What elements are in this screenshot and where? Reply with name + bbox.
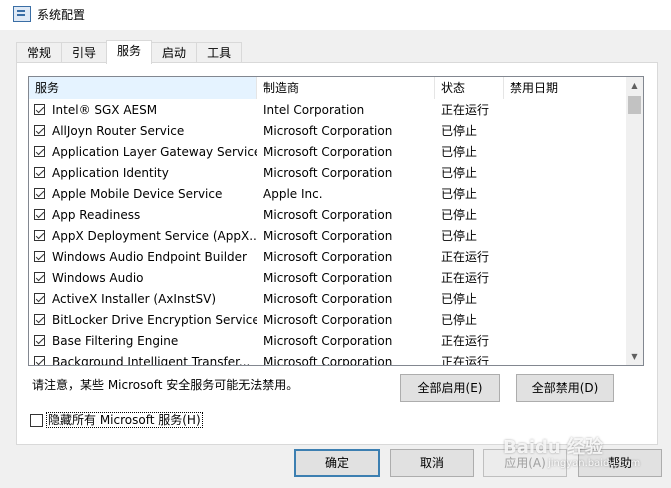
service-maker: Microsoft Corporation — [263, 334, 393, 348]
table-row[interactable]: AppX Deployment Service (AppX... Microsof… — [29, 226, 627, 247]
column-header-maker[interactable]: 制造商 — [257, 77, 435, 99]
services-list[interactable]: 服务 制造商 状态 禁用日期 Intel® SGX AESM Intel Corp… — [28, 76, 644, 366]
service-maker: Microsoft Corporation — [263, 271, 393, 285]
service-status: 已停止 — [441, 208, 478, 222]
watermark-logo: Baidu 经验 — [503, 437, 604, 458]
service-name: ActiveX Installer (AxInstSV) — [52, 292, 217, 306]
tab-strip: 常规 引导 服务 启动 工具 — [16, 40, 243, 64]
table-row[interactable]: AllJoyn Router Service Microsoft Corporat… — [29, 121, 627, 142]
watermark-url: jingyan.baidu.com — [548, 458, 641, 469]
service-status: 正在运行 — [441, 271, 490, 285]
service-status: 正在运行 — [441, 103, 490, 117]
window-title: 系统配置 — [37, 8, 86, 22]
service-checkbox[interactable] — [34, 209, 45, 220]
up-arrow-icon[interactable]: ▲ — [626, 77, 643, 94]
msconfig-icon — [13, 6, 31, 22]
service-status: 已停止 — [441, 313, 478, 327]
title-bar: 系统配置 — [0, 0, 671, 30]
service-name: Windows Audio — [52, 271, 144, 285]
ok-button[interactable]: 确定 — [294, 449, 380, 477]
service-name: Background Intelligent Transfer... — [52, 355, 251, 366]
service-name: App Readiness — [52, 208, 141, 222]
service-checkbox[interactable] — [34, 167, 45, 178]
column-header-service[interactable]: 服务 — [29, 77, 257, 99]
tab-services[interactable]: 服务 — [106, 40, 153, 64]
service-status: 已停止 — [441, 187, 478, 201]
table-row[interactable]: Application Identity Microsoft Corporatio… — [29, 163, 627, 184]
service-name: Windows Audio Endpoint Builder — [52, 250, 247, 264]
service-checkbox[interactable] — [34, 335, 45, 346]
service-checkbox[interactable] — [34, 104, 45, 115]
table-row[interactable]: Application Layer Gateway Service Microso… — [29, 142, 627, 163]
tab-general[interactable]: 常规 — [16, 42, 63, 63]
security-note: 请注意，某些 Microsoft 安全服务可能无法禁用。 — [32, 378, 299, 392]
tab-startup[interactable]: 启动 — [151, 42, 198, 63]
tab-tools[interactable]: 工具 — [196, 42, 243, 63]
column-header-disabled-date[interactable]: 禁用日期 — [504, 77, 627, 99]
service-status: 已停止 — [441, 145, 478, 159]
table-row[interactable]: Windows Audio Endpoint Builder Microsoft … — [29, 247, 627, 268]
service-status: 正在运行 — [441, 355, 490, 366]
service-checkbox[interactable] — [34, 146, 45, 157]
table-row[interactable]: App Readiness Microsoft Corporation 已停止 — [29, 205, 627, 226]
service-checkbox[interactable] — [34, 314, 45, 325]
service-name: Intel® SGX AESM — [52, 103, 158, 117]
service-name: AllJoyn Router Service — [52, 124, 185, 138]
scroll-thumb[interactable] — [628, 96, 641, 114]
table-row[interactable]: Intel® SGX AESM Intel Corporation 正在运行 — [29, 100, 627, 121]
service-maker: Microsoft Corporation — [263, 208, 393, 222]
list-rows: Intel® SGX AESM Intel Corporation 正在运行 AllJ… — [29, 100, 627, 366]
hide-ms-label[interactable]: 隐藏所有 Microsoft 服务(H) — [46, 412, 203, 428]
service-maker: Microsoft Corporation — [263, 145, 393, 159]
service-status: 已停止 — [441, 229, 478, 243]
service-checkbox[interactable] — [34, 251, 45, 262]
disable-all-button[interactable]: 全部禁用(D) — [516, 374, 614, 402]
list-header: 服务 制造商 状态 禁用日期 — [29, 77, 627, 99]
service-checkbox[interactable] — [34, 293, 45, 304]
table-row[interactable]: Background Intelligent Transfer... Micros… — [29, 352, 627, 366]
service-name: Apple Mobile Device Service — [52, 187, 223, 201]
service-checkbox[interactable] — [34, 272, 45, 283]
vertical-scrollbar[interactable]: ▲ ▼ — [626, 77, 643, 365]
service-status: 正在运行 — [441, 250, 490, 264]
service-checkbox[interactable] — [34, 125, 45, 136]
service-status: 已停止 — [441, 166, 478, 180]
service-maker: Apple Inc. — [263, 187, 323, 201]
service-name: Base Filtering Engine — [52, 334, 179, 348]
service-maker: Microsoft Corporation — [263, 292, 393, 306]
table-row[interactable]: Windows Audio Microsoft Corporation 正在运行 — [29, 268, 627, 289]
service-status: 正在运行 — [441, 334, 490, 348]
table-row[interactable]: Apple Mobile Device Service Apple Inc. 已停止 — [29, 184, 627, 205]
cancel-button[interactable]: 取消 — [390, 449, 474, 477]
service-maker: Microsoft Corporation — [263, 313, 393, 327]
service-status: 已停止 — [441, 124, 478, 138]
down-arrow-icon[interactable]: ▼ — [626, 348, 643, 365]
service-status: 已停止 — [441, 292, 478, 306]
service-maker: Microsoft Corporation — [263, 166, 393, 180]
column-header-status[interactable]: 状态 — [435, 77, 504, 99]
service-name: Application Identity — [52, 166, 169, 180]
tab-boot[interactable]: 引导 — [61, 42, 108, 63]
table-row[interactable]: ActiveX Installer (AxInstSV) Microsoft Co… — [29, 289, 627, 310]
service-name: Application Layer Gateway Service — [52, 145, 257, 159]
service-checkbox[interactable] — [34, 188, 45, 199]
service-name: BitLocker Drive Encryption Service — [52, 313, 257, 327]
enable-all-button[interactable]: 全部启用(E) — [400, 374, 500, 402]
service-checkbox[interactable] — [34, 230, 45, 241]
hide-ms-checkbox[interactable] — [30, 414, 43, 427]
service-checkbox[interactable] — [34, 356, 45, 365]
service-maker: Microsoft Corporation — [263, 229, 393, 243]
service-name: AppX Deployment Service (AppX... — [52, 229, 257, 243]
service-maker: Microsoft Corporation — [263, 250, 393, 264]
table-row[interactable]: BitLocker Drive Encryption Service Micros… — [29, 310, 627, 331]
service-maker: Intel Corporation — [263, 103, 365, 117]
service-maker: Microsoft Corporation — [263, 124, 393, 138]
service-maker: Microsoft Corporation — [263, 355, 393, 366]
table-row[interactable]: Base Filtering Engine Microsoft Corporati… — [29, 331, 627, 352]
